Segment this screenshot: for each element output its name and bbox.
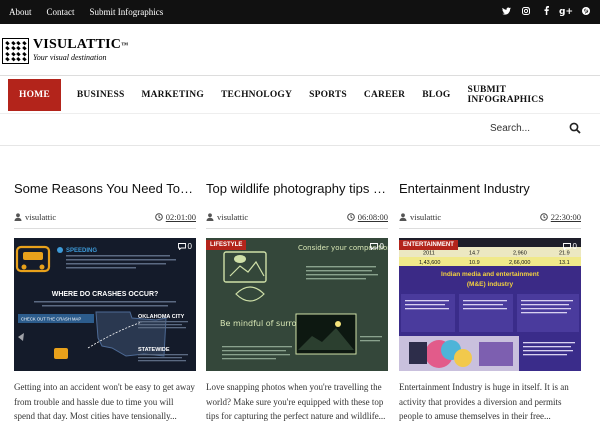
nav-divider-bottom [0, 113, 600, 114]
facebook-icon[interactable] [536, 6, 556, 18]
clock-icon [154, 213, 163, 221]
post-title[interactable]: Entertainment Industry [399, 180, 581, 198]
nav-divider-top [0, 75, 600, 76]
logo-tagline: Your visual destination [33, 53, 107, 62]
entertainment-infographic: 2011 14.7 2,960 21.9 1,43,600 10.9 2,66,… [399, 238, 581, 371]
header-separator [0, 145, 600, 146]
nav-item-business[interactable]: BUSINESS [77, 90, 125, 100]
svg-text:WHERE DO CRASHES OCCUR?: WHERE DO CRASHES OCCUR? [52, 291, 159, 298]
post-title[interactable]: Top wildlife photography tips for… [206, 180, 388, 198]
crash-infographic: SPEEDING WHERE DO CRASHES OCCUR? CHECK O… [14, 238, 196, 371]
post-time[interactable]: 22:30:00 [551, 212, 581, 222]
nav-item-sports[interactable]: SPORTS [309, 90, 347, 100]
google-plus-icon[interactable]: g+ [556, 7, 576, 17]
post-meta: visulattic 22:30:00 [399, 212, 581, 229]
nav-item-submit-infographics[interactable]: SUBMIT INFOGRAPHICS [468, 85, 583, 105]
svg-text:2011: 2011 [423, 251, 435, 257]
post-card: Top wildlife photography tips for… visul… [206, 180, 388, 424]
post-time[interactable]: 06:08:00 [358, 212, 388, 222]
svg-text:CHECK OUT THE CRASH MAP: CHECK OUT THE CRASH MAP [21, 317, 81, 322]
svg-text:2,66,000: 2,66,000 [509, 260, 530, 266]
comment-count[interactable]: 0 [177, 242, 192, 251]
post-image[interactable]: 2011 14.7 2,960 21.9 1,43,600 10.9 2,66,… [399, 238, 581, 371]
logo-mark-icon [2, 38, 29, 64]
nav-item-marketing[interactable]: MARKETING [141, 90, 204, 100]
post-card: Entertainment Industry visulattic 22:30:… [399, 180, 581, 424]
site-logo[interactable]: VISULATTIC™ Your visual destination [2, 38, 128, 64]
svg-text:STATEWIDE: STATEWIDE [138, 347, 170, 353]
svg-text:21.9: 21.9 [559, 251, 570, 257]
about-link[interactable]: About [9, 7, 32, 17]
post-excerpt: Getting into an accident won't be easy t… [14, 382, 195, 421]
instagram-icon[interactable] [516, 6, 536, 18]
svg-text:13.1: 13.1 [559, 260, 570, 266]
main-nav: HOME BUSINESS MARKETING TECHNOLOGY SPORT… [8, 79, 600, 111]
submit-infographics-link[interactable]: Submit Infographics [90, 7, 164, 17]
comment-icon [369, 243, 378, 250]
search-bar [490, 118, 590, 138]
comment-icon [562, 243, 571, 250]
social-links: g+ [496, 0, 596, 24]
twitter-icon[interactable] [496, 7, 516, 18]
category-badge[interactable]: ENTERTAINMENT [399, 240, 458, 250]
top-bar: About Contact Submit Infographics g+ [0, 0, 600, 24]
post-author[interactable]: visulattic [410, 212, 441, 222]
post-time[interactable]: 02:01:00 [166, 212, 196, 222]
svg-text:2,960: 2,960 [513, 251, 527, 257]
svg-text:Indian media and entertainment: Indian media and entertainment [441, 271, 540, 278]
svg-text:OKLAHOMA CITY: OKLAHOMA CITY [138, 314, 185, 320]
post-excerpt: Entertainment Industry is huge in itself… [399, 382, 569, 421]
svg-text:(M&E) industry: (M&E) industry [467, 281, 514, 288]
user-icon [14, 213, 22, 221]
post-image[interactable]: Consider your composition Be mindful of … [206, 238, 388, 371]
nav-item-career[interactable]: CAREER [364, 90, 405, 100]
svg-text:1,43,600: 1,43,600 [419, 260, 440, 266]
wildlife-infographic: Consider your composition Be mindful of … [206, 238, 388, 371]
nav-item-home[interactable]: HOME [8, 79, 61, 111]
comment-count[interactable]: 0 [369, 242, 384, 251]
logo-name: VISULATTIC™ [33, 37, 129, 52]
svg-text:10.9: 10.9 [469, 260, 480, 266]
user-icon [206, 213, 214, 221]
post-meta: visulattic 06:08:00 [206, 212, 388, 229]
clock-icon [346, 213, 355, 221]
comment-count[interactable]: 0 [562, 242, 577, 251]
nav-item-blog[interactable]: BLOG [422, 90, 450, 100]
clock-icon [539, 213, 548, 221]
pinterest-icon[interactable] [576, 6, 596, 18]
user-icon [399, 213, 407, 221]
post-meta: visulattic 02:01:00 [14, 212, 196, 229]
nav-item-technology[interactable]: TECHNOLOGY [221, 90, 292, 100]
post-author[interactable]: visulattic [217, 212, 248, 222]
search-icon[interactable] [569, 122, 581, 134]
post-excerpt: Love snapping photos when you're travell… [206, 382, 386, 421]
post-image[interactable]: SPEEDING WHERE DO CRASHES OCCUR? CHECK O… [14, 238, 196, 371]
category-badge[interactable]: LIFESTYLE [206, 240, 247, 250]
post-title[interactable]: Some Reasons You Need To K… [14, 180, 196, 198]
top-links: About Contact Submit Infographics [9, 0, 178, 24]
svg-text:SPEEDING: SPEEDING [66, 248, 97, 254]
svg-text:14.7: 14.7 [469, 251, 480, 257]
contact-link[interactable]: Contact [47, 7, 75, 17]
post-card: Some Reasons You Need To K… visulattic 0… [14, 180, 196, 424]
post-author[interactable]: visulattic [25, 212, 56, 222]
comment-icon [177, 243, 186, 250]
search-input[interactable] [490, 122, 560, 134]
